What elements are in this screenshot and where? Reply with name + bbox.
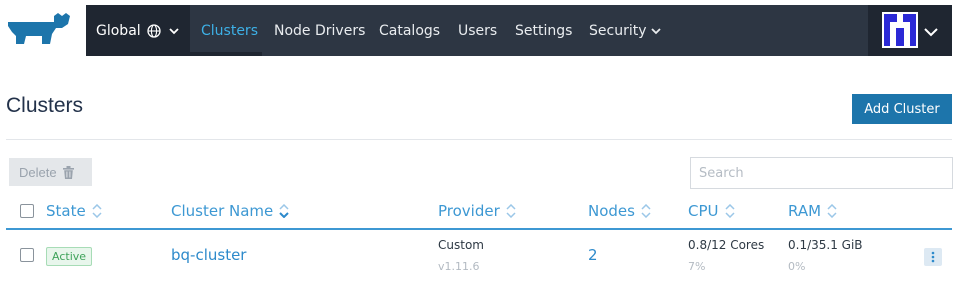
column-label: RAM <box>788 202 822 220</box>
nav-users[interactable]: Users <box>458 5 497 56</box>
chevron-down-icon <box>924 22 938 41</box>
globe-icon <box>147 23 161 38</box>
chevron-down-icon <box>650 27 661 35</box>
column-header-nodes[interactable]: Nodes <box>588 202 651 220</box>
nav-node-drivers[interactable]: Node Drivers <box>274 5 365 56</box>
logo-area[interactable] <box>0 0 86 60</box>
top-navigation: Global Clusters Node Drivers Catalogs Us… <box>86 5 952 56</box>
column-header-cpu[interactable]: CPU <box>688 202 735 220</box>
user-menu[interactable] <box>868 5 952 56</box>
column-label: CPU <box>688 202 719 220</box>
chevron-down-icon <box>169 27 179 35</box>
kebab-icon <box>931 251 935 263</box>
nav-security-label: Security <box>589 22 647 39</box>
column-header-provider[interactable]: Provider <box>438 202 516 220</box>
nav-settings[interactable]: Settings <box>515 5 572 56</box>
column-label: Cluster Name <box>171 202 274 220</box>
ram-percent: 0% <box>788 260 806 273</box>
scope-label: Global <box>96 22 141 39</box>
table-row: Active bq-cluster Custom v1.11.6 2 0.8/1… <box>6 230 952 282</box>
status-badge: Active <box>46 247 93 266</box>
table-header: State Cluster Name Provider Nodes CPU RA… <box>6 198 952 230</box>
delete-label: Delete <box>19 164 57 180</box>
ram-usage: 0.1/35.1 GiB <box>788 238 863 252</box>
user-avatar[interactable] <box>882 12 918 48</box>
page-title: Clusters <box>6 94 84 117</box>
nav-active-indicator <box>190 52 262 56</box>
column-header-cluster-name[interactable]: Cluster Name <box>171 202 289 220</box>
column-label: Provider <box>438 202 500 220</box>
sort-icon <box>827 204 837 218</box>
delete-button[interactable]: Delete <box>9 158 92 186</box>
sort-icon <box>506 204 516 218</box>
divider <box>6 139 952 140</box>
add-cluster-button[interactable]: Add Cluster <box>852 94 952 124</box>
column-label: Nodes <box>588 202 635 220</box>
nav-clusters[interactable]: Clusters <box>201 5 258 56</box>
column-label: State <box>46 202 86 220</box>
sort-icon <box>92 204 102 218</box>
sort-icon <box>724 204 735 218</box>
column-header-state[interactable]: State <box>46 202 102 220</box>
nav-security[interactable]: Security <box>589 5 661 56</box>
provider-version: v1.11.6 <box>438 260 480 273</box>
scope-switcher[interactable]: Global <box>86 5 190 56</box>
cpu-usage: 0.8/12 Cores <box>688 238 765 252</box>
provider-name: Custom <box>438 238 484 252</box>
search-input[interactable] <box>690 157 953 189</box>
cluster-name-link[interactable]: bq-cluster <box>171 246 246 264</box>
sort-descending-icon <box>279 204 289 218</box>
select-all-checkbox[interactable] <box>20 204 34 218</box>
rancher-logo[interactable] <box>6 12 74 46</box>
nav-catalogs[interactable]: Catalogs <box>379 5 440 56</box>
row-checkbox[interactable] <box>20 248 34 262</box>
nodes-count-link[interactable]: 2 <box>588 246 598 264</box>
cpu-percent: 7% <box>688 260 706 273</box>
trash-icon <box>62 165 74 179</box>
row-actions-button[interactable] <box>924 248 942 266</box>
sort-icon <box>641 204 651 218</box>
column-header-ram[interactable]: RAM <box>788 202 837 220</box>
